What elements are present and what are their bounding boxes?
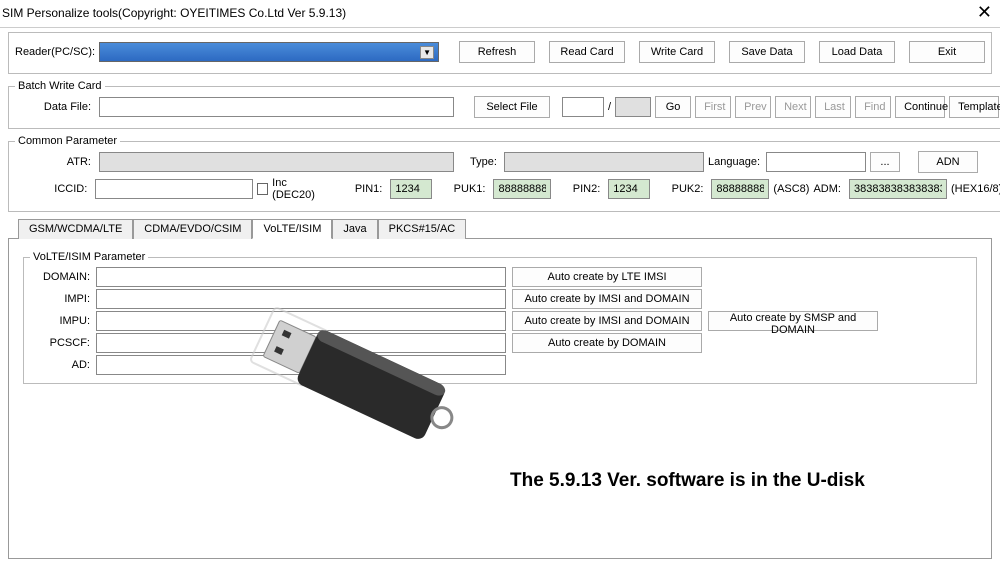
inc-checkbox[interactable]	[257, 183, 269, 195]
iccid-label: ICCID:	[15, 183, 91, 195]
usb-drive-image	[230, 295, 490, 475]
refresh-button[interactable]: Refresh	[459, 41, 535, 63]
reader-label: Reader(PC/SC):	[15, 46, 95, 58]
tab-gsm[interactable]: GSM/WCDMA/LTE	[18, 219, 133, 239]
data-file-input[interactable]	[99, 97, 454, 117]
continue-button[interactable]: Continue	[895, 96, 945, 118]
select-file-button[interactable]: Select File	[474, 96, 550, 118]
tab-java[interactable]: Java	[332, 219, 377, 239]
auto-imsi-domain2-button[interactable]: Auto create by IMSI and DOMAIN	[512, 311, 702, 331]
save-data-button[interactable]: Save Data	[729, 41, 805, 63]
puk2-input[interactable]	[711, 179, 769, 199]
read-card-button[interactable]: Read Card	[549, 41, 625, 63]
language-label: Language:	[708, 156, 762, 168]
language-input[interactable]	[766, 152, 866, 172]
common-legend: Common Parameter	[15, 135, 120, 147]
puk2-label: PUK2:	[672, 183, 708, 195]
pin1-input[interactable]	[390, 179, 432, 199]
page-total-input	[615, 97, 651, 117]
data-file-label: Data File:	[15, 101, 95, 113]
auto-imsi-domain-button[interactable]: Auto create by IMSI and DOMAIN	[512, 289, 702, 309]
auto-lte-button[interactable]: Auto create by LTE IMSI	[512, 267, 702, 287]
reader-combo[interactable]	[99, 42, 439, 62]
tab-volte[interactable]: VoLTE/ISIM	[252, 219, 332, 239]
puk1-label: PUK1:	[454, 183, 490, 195]
hex-label: (HEX16/8)	[951, 183, 1000, 195]
volte-legend: VoLTE/ISIM Parameter	[30, 251, 148, 263]
iccid-input[interactable]	[95, 179, 252, 199]
batch-legend: Batch Write Card	[15, 80, 105, 92]
tab-pkcs[interactable]: PKCS#15/AC	[378, 219, 467, 239]
type-input	[504, 152, 704, 172]
exit-button[interactable]: Exit	[909, 41, 985, 63]
go-button[interactable]: Go	[655, 96, 691, 118]
page-current-input[interactable]	[562, 97, 604, 117]
atr-label: ATR:	[15, 156, 95, 168]
window-title: SIM Personalize tools(Copyright: OYEITIM…	[2, 6, 346, 20]
slash-label: /	[608, 101, 611, 113]
impu-label: IMPU:	[30, 315, 90, 327]
atr-input	[99, 152, 454, 172]
asc8-label: (ASC8)	[773, 183, 809, 195]
inc-label: Inc (DEC20)	[272, 177, 330, 201]
tab-cdma[interactable]: CDMA/EVDO/CSIM	[133, 219, 252, 239]
last-button[interactable]: Last	[815, 96, 851, 118]
prev-button[interactable]: Prev	[735, 96, 771, 118]
type-label: Type:	[470, 156, 500, 168]
adm-input[interactable]	[849, 179, 947, 199]
domain-label: DOMAIN:	[30, 271, 90, 283]
pin1-label: PIN1:	[355, 183, 387, 195]
template-button[interactable]: Template	[949, 96, 999, 118]
impi-label: IMPI:	[30, 293, 90, 305]
find-button[interactable]: Find	[855, 96, 891, 118]
bottom-text: The 5.9.13 Ver. software is in the U-dis…	[510, 470, 865, 492]
puk1-input[interactable]	[493, 179, 551, 199]
auto-domain-button[interactable]: Auto create by DOMAIN	[512, 333, 702, 353]
first-button[interactable]: First	[695, 96, 731, 118]
close-icon[interactable]: ✕	[977, 2, 992, 23]
adm-label: ADM:	[813, 183, 845, 195]
pin2-input[interactable]	[608, 179, 650, 199]
next-button[interactable]: Next	[775, 96, 811, 118]
ad-label: AD:	[30, 359, 90, 371]
language-dots-button[interactable]: ...	[870, 152, 900, 172]
auto-smsp-button[interactable]: Auto create by SMSP and DOMAIN	[708, 311, 878, 331]
pin2-label: PIN2:	[573, 183, 605, 195]
write-card-button[interactable]: Write Card	[639, 41, 715, 63]
load-data-button[interactable]: Load Data	[819, 41, 895, 63]
adn-button[interactable]: ADN	[918, 151, 978, 173]
pcscf-label: PCSCF:	[30, 337, 90, 349]
domain-input[interactable]	[96, 267, 506, 287]
